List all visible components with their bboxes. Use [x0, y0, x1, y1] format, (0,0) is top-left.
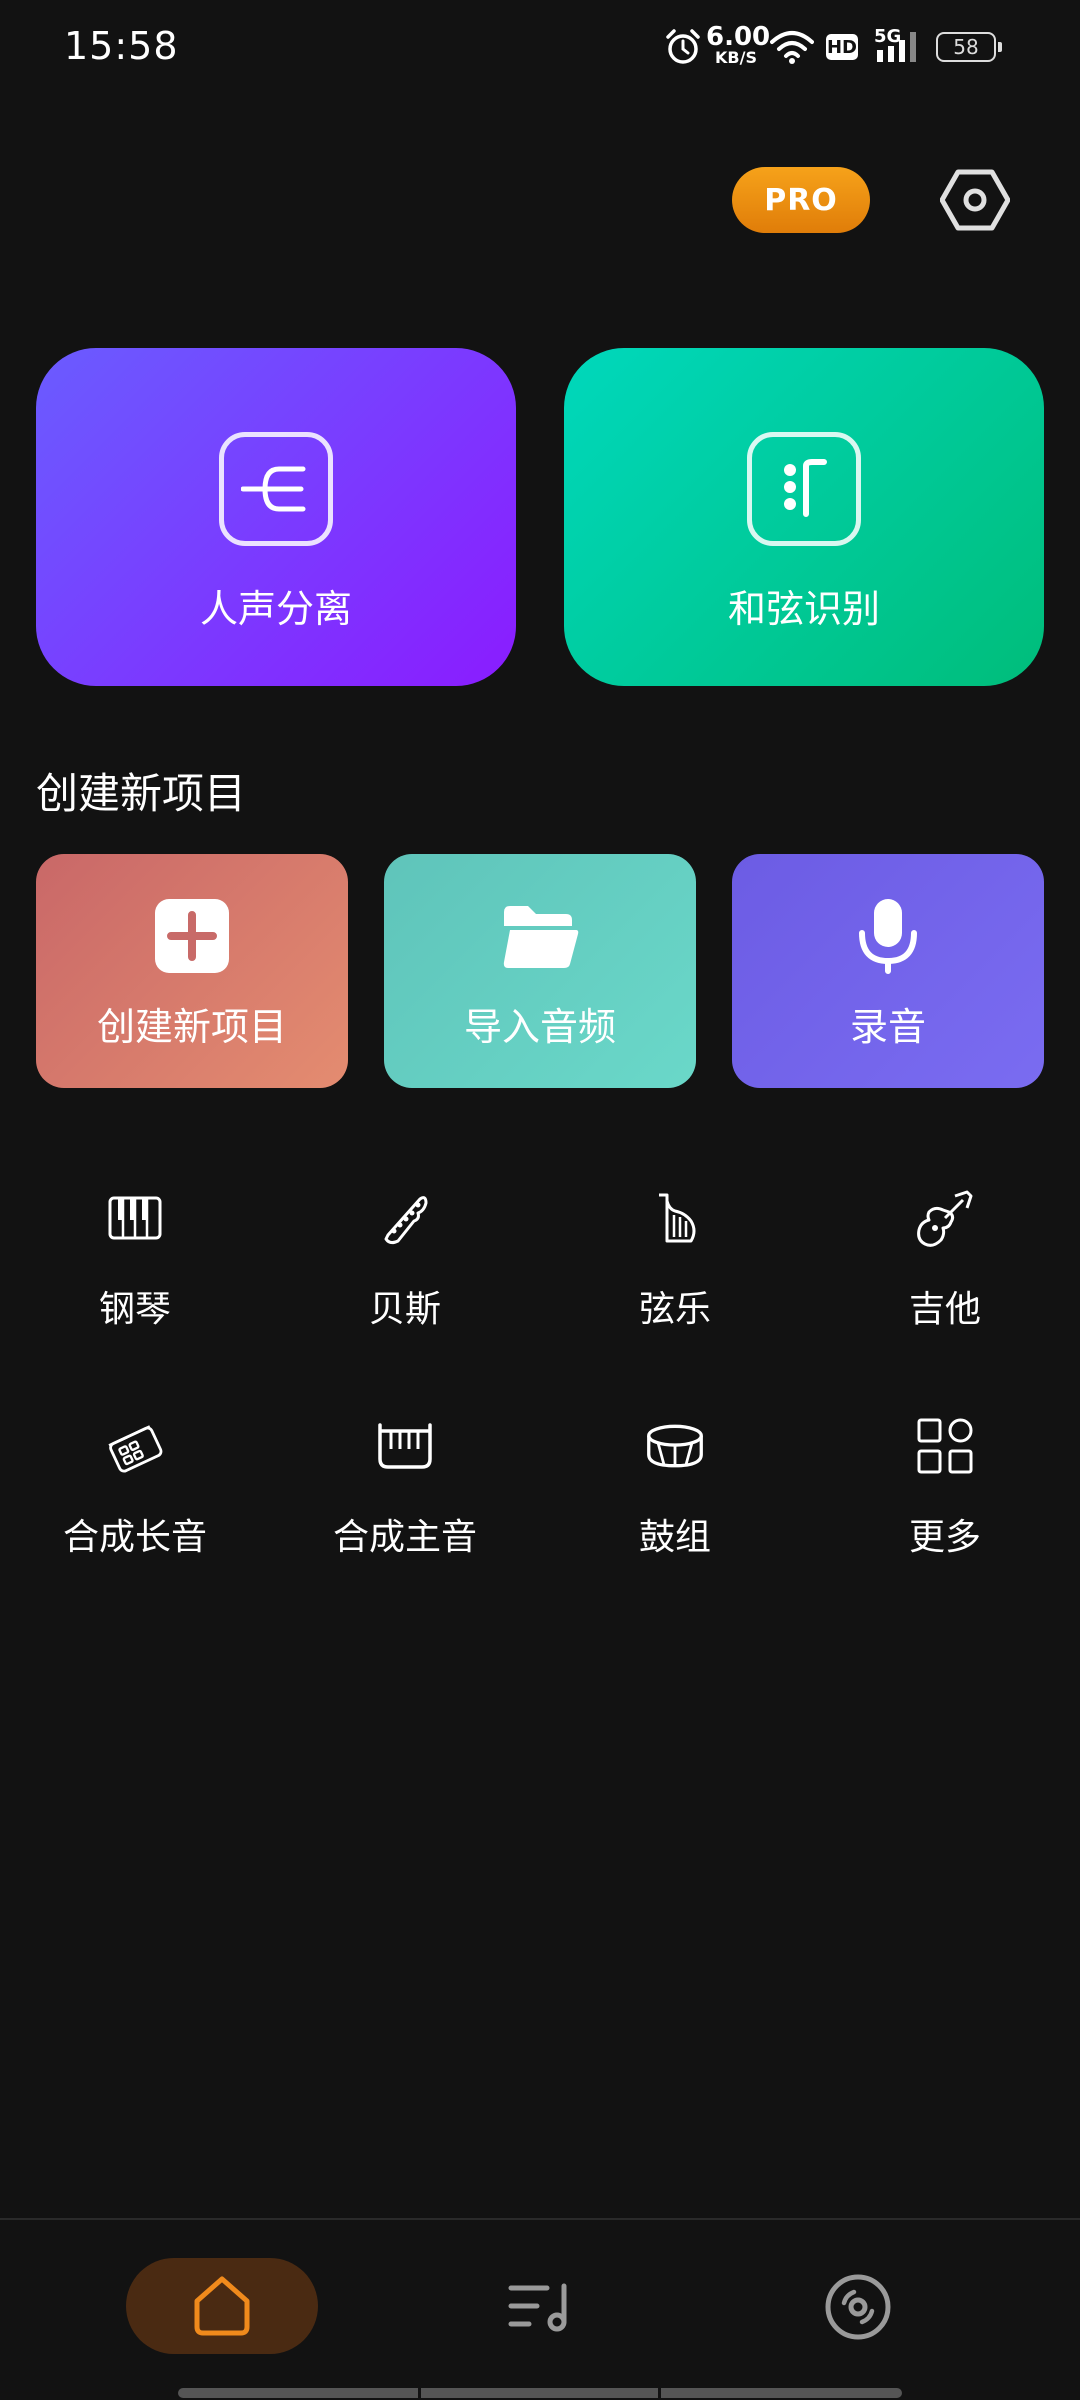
synth-lead-icon — [375, 1416, 435, 1476]
vocal-separation-card[interactable]: 人声分离 — [36, 348, 516, 686]
import-audio-label: 导入音频 — [463, 1005, 616, 1049]
tool-piano[interactable]: 钢琴 — [25, 1188, 245, 1338]
harp-icon — [645, 1188, 705, 1248]
microphone-icon — [848, 896, 928, 976]
tool-more[interactable]: 更多 — [835, 1416, 1055, 1566]
net-speed-unit: KB/S — [715, 48, 757, 67]
tool-piano-label: 钢琴 — [98, 1289, 171, 1330]
bass-icon — [375, 1188, 435, 1248]
guitar-icon — [915, 1188, 975, 1248]
tool-more-label: 更多 — [908, 1517, 981, 1558]
piano-icon — [105, 1188, 165, 1248]
tool-drums-label: 鼓组 — [638, 1517, 711, 1558]
playlist-icon — [508, 2283, 567, 2332]
gesture-bar-separator — [658, 2386, 661, 2400]
tool-synth-pad[interactable]: 合成长音 — [25, 1416, 245, 1566]
create-project-label: 创建新项目 — [96, 1005, 287, 1049]
disc-icon — [825, 2274, 891, 2340]
tool-synth-pad-label: 合成长音 — [62, 1517, 207, 1558]
gesture-bar-separator — [418, 2386, 421, 2400]
synth-pad-icon — [105, 1416, 165, 1476]
signal-icon — [877, 32, 916, 62]
record-card[interactable]: 录音 — [732, 854, 1044, 1088]
nav-discover-tab[interactable] — [810, 2260, 906, 2354]
plus-icon — [152, 896, 232, 976]
pro-button[interactable]: PRO — [732, 167, 870, 233]
status-time: 15:58 — [64, 24, 179, 68]
create-project-card[interactable]: 创建新项目 — [36, 854, 348, 1088]
chord-recognition-label: 和弦识别 — [727, 587, 880, 631]
record-label: 录音 — [849, 1005, 926, 1049]
vocal-separation-label: 人声分离 — [199, 587, 352, 631]
tool-bass[interactable]: 贝斯 — [295, 1188, 515, 1338]
home-icon — [194, 2276, 250, 2336]
tool-guitar-label: 吉他 — [908, 1289, 981, 1330]
section-title: 创建新项目 — [36, 769, 247, 818]
battery-icon: 58 — [936, 32, 1002, 62]
nav-projects-tab[interactable] — [488, 2262, 592, 2352]
tool-drums[interactable]: 鼓组 — [565, 1416, 785, 1566]
alarm-icon — [666, 29, 700, 64]
chord-recognition-card[interactable]: 和弦识别 — [564, 348, 1044, 686]
tool-synth-lead-label: 合成主音 — [332, 1517, 477, 1558]
import-audio-card[interactable]: 导入音频 — [384, 854, 696, 1088]
bottom-nav-divider — [0, 2218, 1080, 2220]
settings-icon[interactable] — [940, 168, 1010, 232]
tool-strings-label: 弦乐 — [638, 1289, 711, 1330]
chord-recognition-icon — [747, 432, 861, 546]
hd-badge: HD — [826, 34, 858, 60]
tool-strings[interactable]: 弦乐 — [565, 1188, 785, 1338]
nav-home-tab[interactable] — [126, 2258, 318, 2354]
tool-guitar[interactable]: 吉他 — [835, 1188, 1055, 1338]
tool-bass-label: 贝斯 — [368, 1289, 441, 1330]
tool-synth-lead[interactable]: 合成主音 — [295, 1416, 515, 1566]
vocal-split-icon — [219, 432, 333, 546]
more-grid-icon — [915, 1416, 975, 1476]
net-speed: 6.00 KB/S — [706, 22, 771, 67]
folder-icon — [500, 896, 580, 976]
drum-icon — [645, 1416, 705, 1476]
net-speed-value: 6.00 — [706, 22, 771, 52]
gesture-bar[interactable] — [178, 2388, 902, 2398]
wifi-icon — [770, 31, 814, 64]
